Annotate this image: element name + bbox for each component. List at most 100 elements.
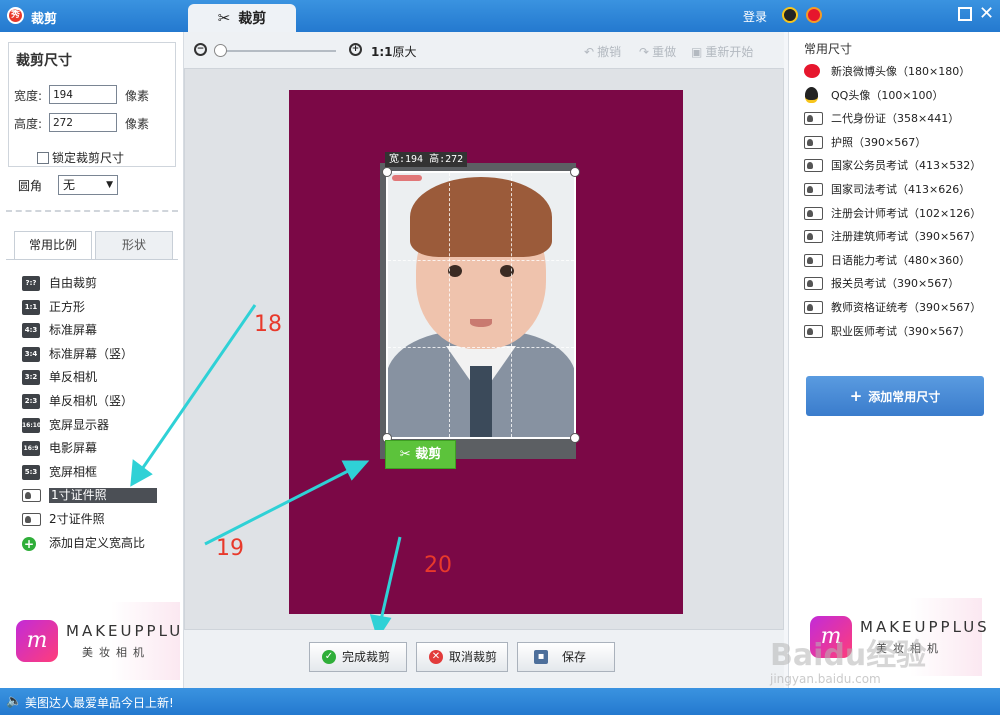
lock-size-checkbox[interactable]: 锁定裁剪尺寸 [37,149,124,166]
size-item-judicial[interactable]: 国家司法考试（413×626） [802,178,997,202]
width-input[interactable]: 194 [49,85,117,104]
ratio-1-1-icon: 1:1 [22,299,40,315]
close-icon[interactable]: ✕ [979,5,994,23]
maximize-icon[interactable] [958,7,972,21]
ratio-item-1-inch-id[interactable]: 1寸证件照 [20,484,160,508]
left-panel: 裁剪尺寸 宽度: 194 像素 高度: 272 像素 锁定裁剪尺寸 圆角 无 ▼… [0,32,184,688]
ratio-item-3-4[interactable]: 3:4 标准屏幕（竖） [20,343,160,367]
ratio-item-16-10[interactable]: 16:10 宽屏显示器 [20,414,160,438]
restart-button[interactable]: ▣ 重新开始 [691,43,753,60]
ratio-item-free[interactable]: ?:? 自由裁剪 [20,272,160,296]
height-unit: 像素 [125,117,150,131]
common-sizes-title: 常用尺寸 [804,42,853,56]
ratio-16-10-icon: 16:10 [22,417,41,433]
size-item-civil-service[interactable]: 国家公务员考试（413×532） [802,154,997,178]
id-card-icon [804,135,823,149]
tab-crop[interactable]: ✂ 裁剪 [188,4,296,32]
status-bar: 🔈 美图达人最爱单品今日上新! [0,688,1000,715]
ratio-label: 自由裁剪 [49,276,98,290]
resize-handle-bottom-right[interactable] [570,433,580,443]
finish-crop-button[interactable]: ✓ 完成裁剪 [309,642,407,672]
ratio-item-5-3[interactable]: 5:3 宽屏相框 [20,461,160,485]
size-label: 新浪微博头像（180×180） [831,65,971,78]
ratio-item-square[interactable]: 1:1 正方形 [20,296,160,320]
qq-icon[interactable] [782,7,798,23]
id-card-icon [804,112,823,126]
size-item-customs[interactable]: 报关员考试（390×567） [802,272,997,296]
zoom-slider[interactable] [218,50,336,52]
speaker-icon: 🔈 [6,694,23,709]
add-common-size-button[interactable]: + 添加常用尺寸 [806,376,984,416]
size-item-architect[interactable]: 注册建筑师考试（390×567） [802,225,997,249]
size-item-weibo[interactable]: 新浪微博头像（180×180） [802,60,997,84]
ratio-5-3-icon: 5:3 [22,464,40,480]
ratio-item-add-custom[interactable]: + 添加自定义宽高比 [20,532,160,556]
size-item-physician[interactable]: 职业医师考试（390×567） [802,320,997,344]
ratio-item-16-9[interactable]: 16:9 电影屏幕 [20,437,160,461]
ratio-label: 宽屏显示器 [49,417,110,432]
size-item-cpa[interactable]: 注册会计师考试（102×126） [802,202,997,226]
size-label: 护照（390×567） [831,135,927,149]
add-common-size-label: 添加常用尺寸 [868,390,941,404]
common-sizes-list: 新浪微博头像（180×180） QQ头像（100×100） 二代身份证（358×… [802,60,997,343]
size-item-teacher[interactable]: 教师资格证统考（390×567） [802,296,997,320]
cancel-crop-button[interactable]: ✕ 取消裁剪 [416,642,508,672]
checkbox-icon[interactable] [37,152,49,164]
size-item-jlpt[interactable]: 日语能力考试（480×360） [802,249,997,273]
ratio-item-3-2[interactable]: 3:2 单反相机 [20,366,160,390]
crop-frame[interactable] [382,167,580,443]
tab-common-ratio[interactable]: 常用比例 [14,231,92,260]
width-label: 宽度: [14,89,43,103]
size-label: QQ头像（100×100） [831,88,944,102]
ratio-label: 单反相机 [49,370,98,385]
tab-crop-label: 裁剪 [238,11,267,27]
status-bar-text[interactable]: 美图达人最爱单品今日上新! [25,694,174,711]
zoom-slider-thumb[interactable] [214,44,227,57]
width-unit: 像素 [125,89,150,103]
size-label: 二代身份证（358×441） [831,112,960,126]
size-label: 教师资格证统考（390×567） [831,300,982,314]
add-icon: + [22,536,36,551]
weibo-icon[interactable] [806,7,822,23]
ratio-label: 添加自定义宽高比 [49,535,146,550]
ratio-label: 2寸证件照 [49,511,105,526]
crop-button[interactable]: ✂ 裁剪 [385,440,456,469]
size-item-passport[interactable]: 护照（390×567） [802,131,997,155]
size-item-qq[interactable]: QQ头像（100×100） [802,84,997,108]
makeupplus-ad-left[interactable]: m MAKEUPPLUS 美妆相机 [8,602,193,680]
save-button[interactable]: ▪ 保存 [517,642,615,672]
size-label: 国家公务员考试（413×532） [831,159,982,173]
ratio-3-2-icon: 3:2 [22,370,40,386]
id-card-icon [22,512,41,526]
chevron-down-icon: ▼ [106,180,113,190]
id-card-icon [804,206,823,220]
ratio-label: 标准屏幕（竖） [49,346,134,361]
ratio-item-2-3[interactable]: 2:3 单反相机（竖） [20,390,160,414]
tab-shape[interactable]: 形状 [95,231,173,260]
ratio-item-2-inch-id[interactable]: 2寸证件照 [20,508,160,532]
zoom-in-icon[interactable]: + [349,43,362,56]
login-link[interactable]: 登录 [743,8,767,25]
original-size-button[interactable]: 1:1原大 [371,43,417,60]
size-label: 日语能力考试（480×360） [831,253,971,267]
crop-button-label: 裁剪 [415,447,442,462]
size-item-id-card[interactable]: 二代身份证（358×441） [802,107,997,131]
baidu-watermark: Baidu经验 [770,638,927,673]
id-card-icon [22,489,41,503]
grid-line [388,260,574,262]
zoom-ratio: 1:1 [371,45,393,59]
weibo-icon [804,64,820,78]
redo-button[interactable]: ↷ 重做 [639,43,676,60]
zoom-out-icon[interactable]: − [194,43,207,56]
height-input[interactable]: 272 [49,113,117,132]
corner-select[interactable]: 无 ▼ [58,175,118,195]
ratio-item-4-3[interactable]: 4:3 标准屏幕 [20,319,160,343]
undo-button[interactable]: ↶ 撤销 [584,43,621,60]
grid-line [388,347,574,349]
annotation-number: 20 [424,553,452,578]
id-card-icon [804,159,823,173]
canvas-toolbar: − + 1:1原大 ↶ 撤销 ↷ 重做 ▣ 重新开始 [184,32,784,68]
resize-handle-top-right[interactable] [570,167,580,177]
id-card-icon [804,253,823,267]
resize-handle-top-left[interactable] [382,167,392,177]
